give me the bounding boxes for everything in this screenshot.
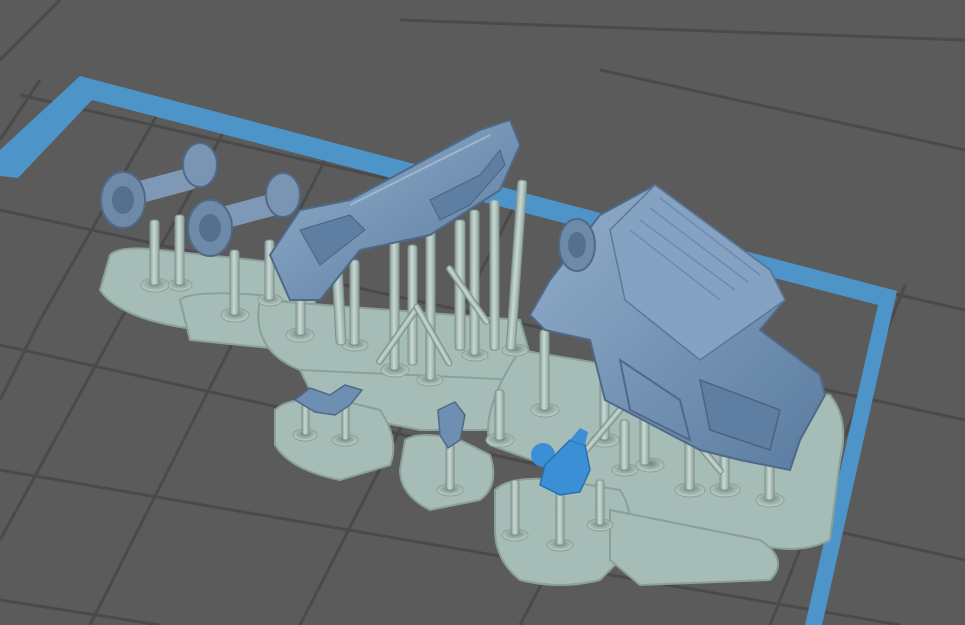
viewport-canvas[interactable] (0, 0, 965, 625)
3d-viewport[interactable] (0, 0, 965, 625)
